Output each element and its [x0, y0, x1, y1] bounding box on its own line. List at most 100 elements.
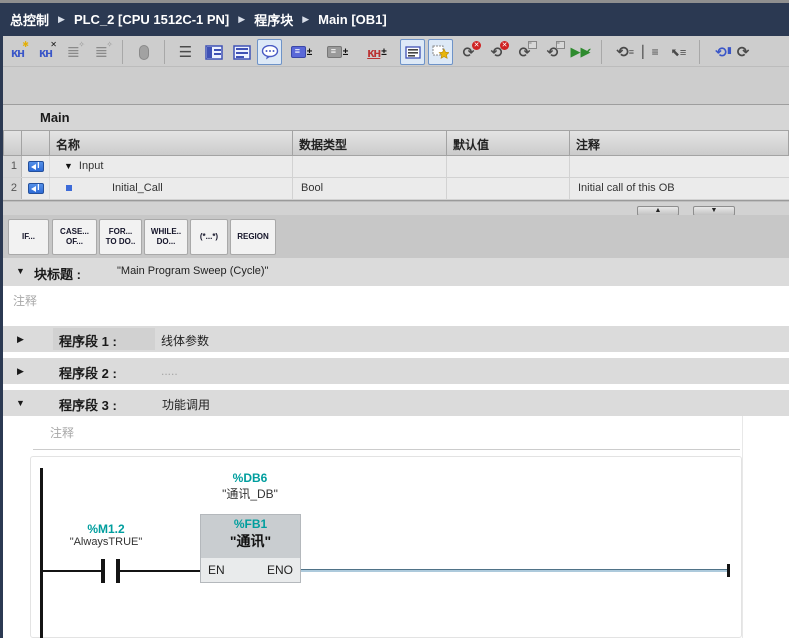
network-3-header[interactable]: ▼ 程序段 3 : 功能调用 [3, 390, 789, 416]
canvas-right-edge [742, 416, 743, 638]
toggle-comments-icon[interactable] [257, 39, 282, 65]
snippet-comment-button[interactable]: (*...*) [190, 219, 228, 255]
collapse-arrow-icon[interactable]: ▼ [16, 266, 25, 276]
redo-last-change-icon[interactable]: ⟲ ✕ [484, 39, 509, 65]
delete-network-icon[interactable]: ĸн ✕ [33, 39, 58, 65]
fb-call-box[interactable]: %FB1 "通讯" EN ENO [200, 514, 301, 583]
auto-format-options-icon[interactable]: ≣ ✧ [89, 39, 114, 65]
row-name-cell[interactable]: ▼ Input [50, 156, 293, 177]
fb-box-header: %FB1 "通讯" [201, 515, 300, 558]
row-comment-cell[interactable] [570, 156, 789, 177]
drag-mode-icon[interactable] [131, 39, 156, 65]
row-datatype-cell[interactable] [293, 156, 447, 177]
row-default-cell[interactable] [447, 178, 570, 199]
contact-operand[interactable]: %M1.2 "AlwaysTRUE" [63, 522, 149, 548]
col-default[interactable]: 默认值 [447, 130, 570, 156]
eno-pin[interactable]: ENO [267, 563, 293, 577]
snippet-if-button[interactable]: IF... [8, 219, 49, 255]
editor-toolbar: ĸн✱ ĸн✕ ≣✧ ≣✧ ☰ ± ± ĸн± ⟳✕ ⟲✕ ⟳≡ ⟲≡ ▶▶✔ … [5, 36, 750, 68]
breadcrumb-project[interactable]: 总控制 [10, 10, 49, 29]
collapse-arrow-icon[interactable]: ▼ [16, 398, 25, 408]
col-rownum [3, 130, 22, 156]
absolute-symbolic-toggle-icon[interactable]: ĸн ± [357, 39, 397, 65]
breadcrumb-arrow-icon: ▶ [238, 14, 246, 24]
expand-boxes-icon[interactable]: ± [285, 39, 318, 65]
undo-last-change-icon[interactable]: ⟳ ✕ [456, 39, 481, 65]
col-comment[interactable]: 注释 [570, 130, 789, 156]
snippet-tab-strip: IF... CASE... OF... FOR... TO DO.. WHILE..… [3, 215, 789, 258]
first-usage-icon[interactable]: ▏≡ [638, 39, 663, 65]
db-symbol[interactable]: "通讯_DB" [180, 485, 320, 502]
contact-address[interactable]: %M1.2 [63, 522, 149, 536]
row-comment-cell[interactable]: Initial call of this OB [570, 178, 789, 199]
snippet-while-button[interactable]: WHILE.. DO... [144, 219, 188, 255]
toolbar-separator [164, 40, 165, 64]
breadcrumb-arrow-icon: ▶ [58, 14, 65, 24]
row-number: 1 [3, 156, 22, 177]
network-2-title[interactable]: ..... [161, 364, 178, 378]
show-bound-operands-icon[interactable] [400, 39, 425, 65]
snippet-case-button[interactable]: CASE... OF... [52, 219, 97, 255]
col-datatype[interactable]: 数据类型 [293, 130, 447, 156]
row-name-cell[interactable]: Initial_Call [50, 178, 293, 199]
breadcrumb-main-ob1[interactable]: Main [OB1] [318, 12, 387, 27]
pane-splitter[interactable]: ▲ ▼ [3, 201, 789, 216]
table-row-input[interactable]: 1 ▼ Input [3, 156, 789, 178]
network-comment-view-icon[interactable] [229, 39, 254, 65]
db-address[interactable]: %DB6 [180, 471, 320, 485]
row-default-cell[interactable] [447, 156, 570, 177]
col-name[interactable]: 名称 [50, 130, 293, 156]
breadcrumb-arrow-icon: ▶ [302, 14, 310, 24]
instance-db-operand[interactable]: %DB6 "通讯_DB" [180, 471, 320, 502]
snippet-region-button[interactable]: REGION [230, 219, 276, 255]
network-title-view-icon[interactable] [201, 39, 226, 65]
network-1-title[interactable]: 线体参数 [161, 332, 209, 349]
toolbar-separator [699, 40, 700, 64]
interface-table-header: 名称 数据类型 默认值 注释 [3, 130, 789, 156]
wire-eno-out [301, 569, 727, 572]
block-comment-placeholder[interactable]: 注释 [13, 292, 37, 309]
contact-left-bar[interactable] [101, 559, 105, 583]
outline-view-icon[interactable]: ☰ [173, 39, 198, 65]
breadcrumb-program-blocks[interactable]: 程序块 [254, 10, 293, 29]
go-to-previous-icon[interactable]: ⟲ ≡ [610, 39, 635, 65]
tia-portal-lad-editor: 总控制 ▶ PLC_2 [CPU 1512C-1 PN] ▶ 程序块 ▶ Mai… [0, 0, 789, 638]
expand-arrow-icon[interactable]: ▶ [17, 366, 24, 377]
go-to-usage-icon[interactable]: ⬉≡ [666, 39, 691, 65]
snippet-for-button[interactable]: FOR... TO DO.. [99, 219, 142, 255]
block-title-value[interactable]: "Main Program Sweep (Cycle)" [117, 265, 268, 277]
row-number: 2 [3, 178, 22, 199]
fb-address[interactable]: %FB1 [201, 517, 300, 531]
fb-name[interactable]: "通讯" [201, 531, 300, 551]
table-row-initial-call[interactable]: 2 Initial_Call Bool Initial call of this… [3, 178, 789, 200]
en-pin[interactable]: EN [208, 563, 225, 577]
favorites-icon[interactable] [428, 39, 453, 65]
network-1-header[interactable]: ▶ 程序段 1 : 线体参数 [3, 326, 789, 352]
close-block-icon[interactable]: ⟳ [736, 39, 750, 65]
toolbar-separator [122, 40, 123, 64]
wire-contact-to-en [120, 570, 200, 572]
refresh-interface-icon[interactable]: ⟲ ≡ [540, 39, 565, 65]
row-datatype-cell[interactable]: Bool [293, 178, 447, 199]
collapse-boxes-icon[interactable]: ± [321, 39, 354, 65]
input-param-icon [22, 178, 50, 199]
expand-arrow-icon[interactable]: ▶ [17, 334, 24, 345]
auto-format-icon[interactable]: ≣ ✧ [61, 39, 86, 65]
interface-table: 名称 数据类型 默认值 注释 1 ▼ Input 2 Initial_Call B… [3, 130, 789, 200]
param-name: Initial_Call [112, 182, 163, 194]
update-block-call-icon[interactable]: ⟳ ≡ [512, 39, 537, 65]
wire-end-tick [727, 564, 730, 577]
consistency-check-icon[interactable]: ▶▶ ✔ [568, 39, 593, 65]
block-title-row[interactable]: ▼ 块标题 : "Main Program Sweep (Cycle)" [3, 258, 789, 286]
open-block-icon[interactable]: ⟲ ▮ [708, 39, 733, 65]
insert-network-icon[interactable]: ĸн ✱ [5, 39, 30, 65]
comment-separator-line [33, 449, 740, 450]
contact-symbol[interactable]: "AlwaysTRUE" [63, 536, 149, 548]
network-2-header[interactable]: ▶ 程序段 2 : ..... [3, 358, 789, 384]
network-3-comment-placeholder[interactable]: 注释 [50, 424, 74, 441]
expand-arrow-icon[interactable]: ▼ [64, 161, 73, 171]
block-name-label: Main [40, 110, 70, 125]
network-3-title[interactable]: 功能调用 [162, 396, 210, 413]
breadcrumb-plc[interactable]: PLC_2 [CPU 1512C-1 PN] [74, 12, 229, 27]
wire-rail-to-contact [42, 570, 102, 572]
